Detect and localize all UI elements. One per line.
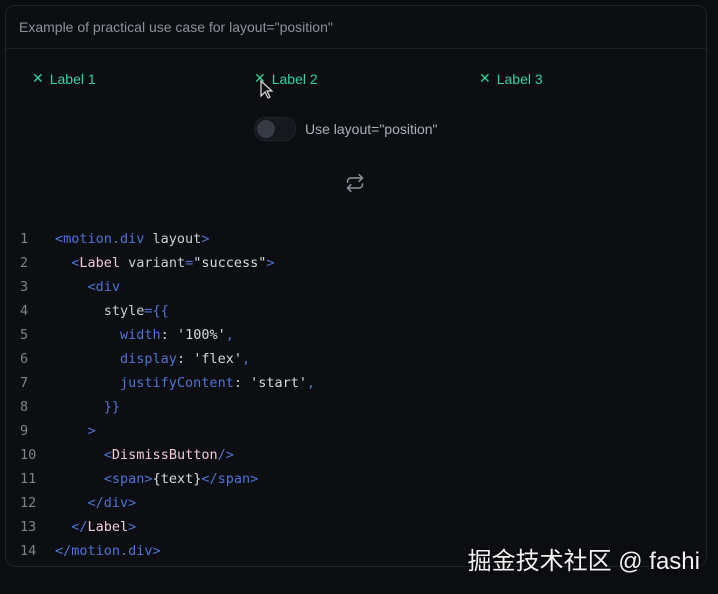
code-token: '100%' (176, 327, 226, 343)
code-token: 'flex' (193, 351, 242, 367)
code-token: </span> (201, 471, 259, 487)
code-line: 11 <span> {text} </span> (6, 467, 315, 491)
code-line: 6 display: 'flex', (6, 347, 315, 371)
code-token: DismissButton (111, 447, 218, 463)
code-token: < (71, 255, 80, 271)
layout-position-toggle[interactable] (254, 117, 296, 141)
code-token: layout (144, 231, 202, 247)
label-1: ✕ Label 1 (32, 70, 96, 87)
layout-position-toggle-row: Use layout="position" (254, 117, 438, 141)
code-line: 13 </Label > (6, 515, 315, 539)
label-3: ✕ Label 3 (479, 70, 543, 87)
code-token: Label (87, 519, 129, 535)
code-line: 3 <div (6, 275, 315, 299)
code-token: <span> (103, 471, 153, 487)
watermark: 掘金技术社区 @ fashi (467, 548, 700, 575)
code-token: <motion.div (55, 231, 145, 247)
code-token: < (103, 447, 112, 463)
line-number: 13 (20, 519, 37, 535)
line-number: 8 (20, 399, 29, 415)
code-token: width (120, 327, 161, 343)
code-line: 8 }} (6, 395, 315, 419)
line-number: 1 (20, 231, 29, 247)
toggle-label: Use layout="position" (305, 121, 438, 137)
dismiss-icon[interactable]: ✕ (479, 70, 491, 87)
code-token: > (87, 423, 96, 439)
code-token: /> (217, 447, 234, 463)
code-token: display (120, 351, 177, 367)
code-token: variant (120, 255, 186, 271)
code-token: ={{ (144, 303, 169, 319)
code-token: > (201, 231, 210, 247)
code-token: > (266, 255, 275, 271)
code-token: 'start' (250, 375, 307, 391)
code-token: </div> (87, 495, 137, 511)
code-token: }} (103, 399, 121, 415)
code-token: justifyContent (120, 375, 234, 391)
line-number: 12 (20, 495, 37, 511)
code-token: = (185, 255, 194, 271)
code-line: 9 > (6, 419, 315, 443)
line-number: 3 (20, 279, 29, 295)
code-token: > (128, 519, 137, 535)
line-number: 6 (20, 351, 29, 367)
code-token: {text} (152, 471, 202, 487)
label-text: Label 2 (271, 70, 318, 87)
code-token: </motion.div> (55, 543, 161, 559)
code-token: <div (87, 279, 121, 295)
line-number: 10 (20, 447, 37, 463)
code-token: , (241, 351, 251, 367)
code-line: 1 <motion.div layout > (6, 227, 315, 251)
line-number: 9 (20, 423, 29, 439)
card-header: Example of practical use case for layout… (6, 6, 706, 49)
code-token: "success" (193, 255, 267, 271)
line-number: 14 (20, 543, 37, 559)
code-token: : (233, 375, 251, 391)
line-number: 5 (20, 327, 29, 343)
code-token: : (176, 351, 194, 367)
code-line: 4 style ={{ (6, 299, 315, 323)
label-text: Label 3 (496, 70, 543, 87)
repeat-icon[interactable] (345, 173, 365, 193)
code-token: Label (79, 255, 121, 271)
code-token: , (225, 327, 234, 343)
code-line: 12 </div> (6, 491, 315, 515)
line-number: 7 (20, 375, 29, 391)
toggle-knob (257, 120, 275, 138)
code-block: 1 <motion.div layout >2 < Label variant = "su… (6, 227, 315, 563)
dismiss-icon[interactable]: ✕ (32, 70, 44, 87)
example-card: Example of practical use case for layout… (5, 5, 707, 567)
code-line: 5 width: '100%', (6, 323, 315, 347)
code-line: 14 </motion.div> (6, 539, 315, 563)
code-token: style (103, 303, 145, 319)
line-number: 2 (20, 255, 29, 271)
line-number: 11 (20, 471, 37, 487)
label-text: Label 1 (49, 70, 96, 87)
code-token: : (160, 327, 177, 343)
code-token: </ (71, 519, 88, 535)
code-line: 2 < Label variant = "success" > (6, 251, 315, 275)
code-line: 10 < DismissButton/> (6, 443, 315, 467)
code-token: , (307, 375, 316, 391)
card-title: Example of practical use case for layout… (19, 19, 333, 35)
line-number: 4 (20, 303, 29, 319)
code-line: 7 justifyContent: 'start', (6, 371, 315, 395)
mouse-cursor-icon (260, 80, 274, 99)
